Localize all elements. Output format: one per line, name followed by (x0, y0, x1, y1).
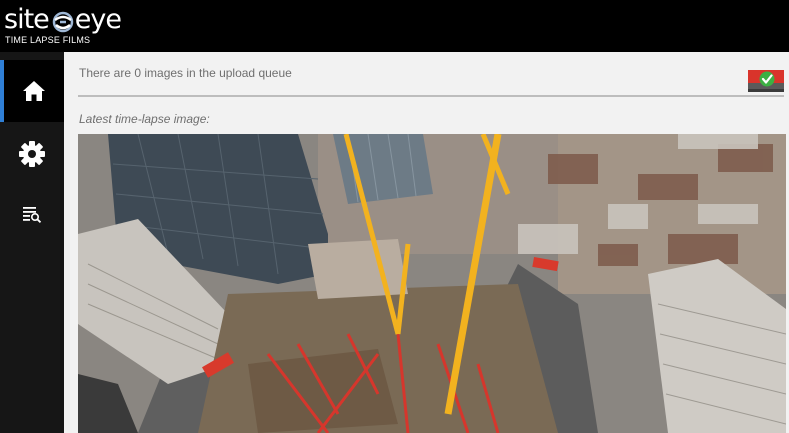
latest-timelapse-image (78, 134, 786, 433)
globe-icon (52, 11, 74, 33)
sidebar-item-logs[interactable] (0, 192, 64, 236)
sidebar-item-home[interactable] (0, 60, 64, 122)
construction-site-photo (78, 134, 786, 433)
home-icon (23, 81, 45, 101)
connection-ok-icon[interactable] (747, 66, 785, 94)
sidebar (0, 52, 64, 433)
upload-queue-status: There are 0 images in the upload queue (79, 66, 292, 80)
logo-tagline: TIME LAPSE FILMS (5, 35, 91, 45)
site-eye-logo: site eye TIME LAPSE FILMS (4, 4, 124, 48)
sidebar-item-settings[interactable] (0, 130, 64, 178)
latest-image-label: Latest time-lapse image: (79, 112, 210, 126)
log-search-icon (23, 207, 42, 223)
header-divider (78, 95, 784, 97)
gear-icon (19, 141, 45, 167)
logo-word-site: site (4, 4, 50, 35)
main-panel: There are 0 images in the upload queue L… (64, 52, 789, 433)
logo-word-eye: eye (74, 4, 122, 35)
top-bar: site eye TIME LAPSE FILMS (0, 0, 789, 52)
